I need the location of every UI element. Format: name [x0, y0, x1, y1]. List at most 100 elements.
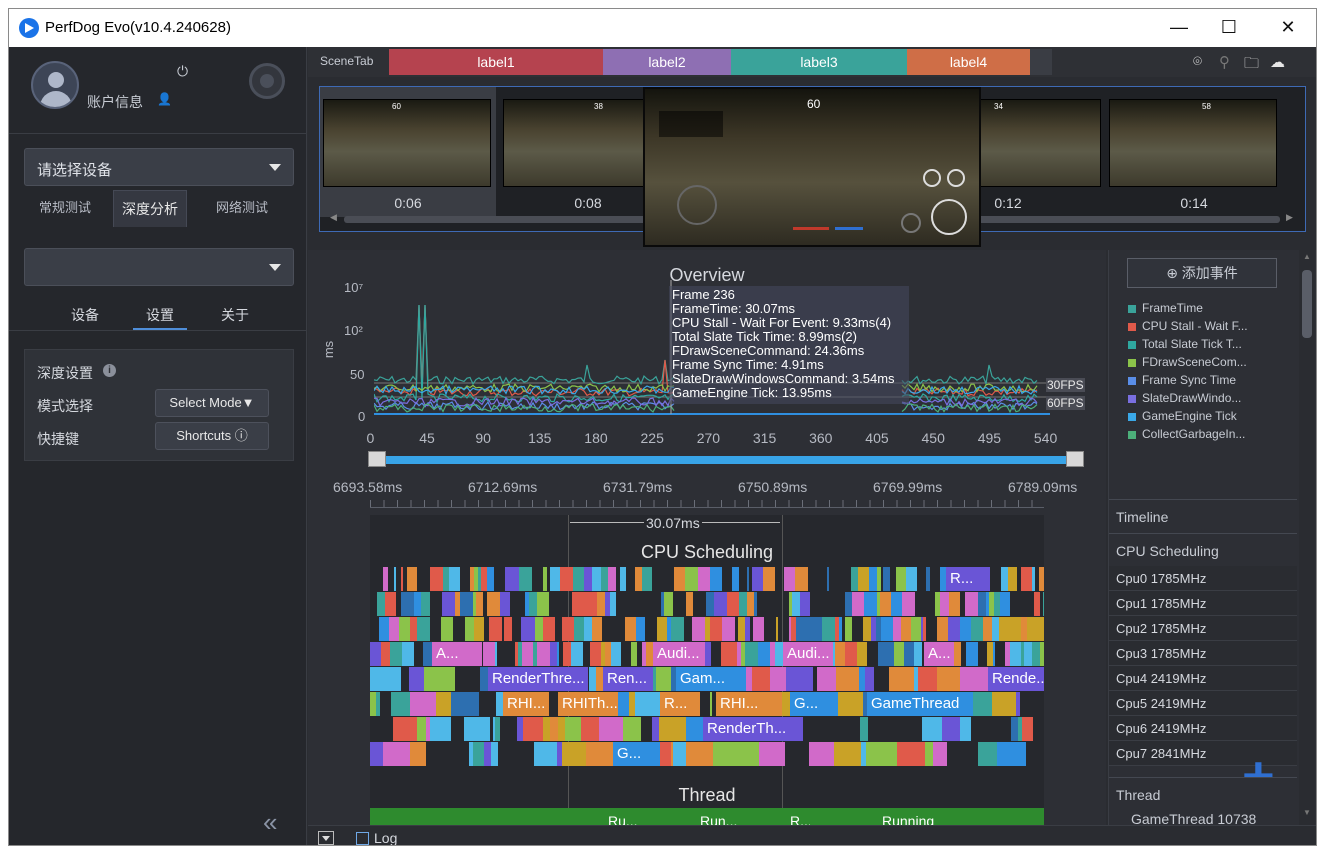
cpu-segment[interactable]: [465, 617, 474, 641]
tab-deep-analysis[interactable]: 深度分析: [113, 190, 187, 227]
cpu-segment[interactable]: [1008, 567, 1017, 591]
cpu-segment[interactable]: [992, 617, 999, 641]
cpu-thread-bar[interactable]: RHI...: [716, 692, 782, 716]
cpu-segment[interactable]: [925, 742, 933, 766]
cpu-segment[interactable]: [997, 742, 1026, 766]
cpu-segment[interactable]: [763, 567, 775, 591]
cpu-segment[interactable]: [1035, 617, 1044, 641]
scene-label-1[interactable]: label1: [389, 49, 603, 75]
cpu-segment[interactable]: [557, 642, 559, 666]
cpu-segment[interactable]: [686, 742, 713, 766]
cpu-segment[interactable]: [537, 592, 549, 616]
cpu-segment[interactable]: [401, 567, 403, 591]
cpu-segment[interactable]: [993, 642, 995, 666]
cpu-segment[interactable]: [473, 742, 484, 766]
cpu-segment[interactable]: [880, 592, 891, 616]
cpu-segment[interactable]: [883, 567, 890, 591]
cpu-segment[interactable]: [730, 642, 737, 666]
cpu-segment[interactable]: [671, 617, 684, 641]
cpu-segment[interactable]: [983, 617, 992, 641]
cpu-segment[interactable]: [800, 592, 810, 616]
cpu-segment[interactable]: [965, 592, 978, 616]
cpu-segment[interactable]: [646, 642, 653, 666]
cpu-segment[interactable]: [738, 742, 759, 766]
cpu-segment[interactable]: [835, 642, 845, 666]
cpu-segment[interactable]: [1001, 567, 1008, 591]
cpu-segment[interactable]: [635, 567, 642, 591]
cpu-thread-bar[interactable]: Audi...: [783, 642, 833, 666]
cpu-scheduling-section[interactable]: CPU Scheduling: [1109, 533, 1297, 568]
cpu-segment[interactable]: [623, 717, 641, 741]
cpu-thread-bar[interactable]: Audi...: [653, 642, 705, 666]
cpu-segment[interactable]: [795, 567, 808, 591]
subtab-settings[interactable]: 设置: [133, 305, 187, 330]
cpu-segment[interactable]: [394, 567, 396, 591]
cpu-segment[interactable]: [809, 742, 834, 766]
cpu-segment[interactable]: [732, 567, 739, 591]
cpu-segment[interactable]: [451, 692, 479, 716]
thumbnail[interactable]: 58 0:14: [1106, 87, 1282, 217]
thread-state-bar[interactable]: Ru...: [608, 813, 638, 825]
cpu-segment[interactable]: [866, 742, 897, 766]
cpu-segment[interactable]: [948, 617, 960, 641]
cpu-segment[interactable]: [698, 567, 710, 591]
cpu-segment[interactable]: [686, 592, 693, 616]
cpu-segment[interactable]: [1009, 617, 1021, 641]
cpu-segment[interactable]: [664, 592, 673, 616]
cpu-segment[interactable]: [960, 717, 971, 741]
cpu-segment[interactable]: [858, 567, 869, 591]
cpu-thread-bar[interactable]: G...: [790, 692, 838, 716]
cpu-segment[interactable]: [845, 617, 852, 641]
cpu-segment[interactable]: [953, 642, 961, 666]
cpu-segment[interactable]: [822, 617, 835, 641]
cpu-segment[interactable]: [389, 617, 399, 641]
cpu-segment[interactable]: [759, 742, 785, 766]
cpu-segment[interactable]: [407, 567, 417, 591]
legend-item[interactable]: Frame Sync Time: [1128, 373, 1236, 387]
cpu-segment[interactable]: [597, 592, 605, 616]
cpu-segment[interactable]: [410, 692, 436, 716]
app-select[interactable]: [24, 248, 294, 286]
cpu-segment[interactable]: [534, 742, 557, 766]
cpu-segment[interactable]: [483, 642, 495, 666]
power-icon[interactable]: ⏻: [177, 63, 188, 80]
cpu-segment[interactable]: [543, 617, 555, 641]
cpu-segment[interactable]: [877, 567, 881, 591]
thread-state-bar[interactable]: R...: [790, 813, 810, 825]
scene-label-4[interactable]: label4: [907, 49, 1030, 75]
cpu-segment[interactable]: [834, 742, 861, 766]
overview-chart[interactable]: Overview ms 10⁷ 10² 50 0 Frame 236 FrameT…: [308, 250, 1106, 825]
cpu-row[interactable]: Cpu4 2419MHz: [1109, 666, 1297, 691]
slider-right-handle[interactable]: [1066, 451, 1084, 467]
cpu-segment[interactable]: [727, 592, 739, 616]
cpu-segment[interactable]: [922, 717, 942, 741]
cpu-segment[interactable]: [441, 617, 453, 641]
cpu-segment[interactable]: [710, 567, 722, 591]
cpu-thread-bar[interactable]: Gam...: [676, 667, 746, 691]
cpu-segment[interactable]: [562, 742, 586, 766]
cpu-segment[interactable]: [758, 642, 770, 666]
cpu-segment[interactable]: [449, 567, 460, 591]
shortcuts-button[interactable]: Shortcuts ⓘ: [155, 422, 269, 450]
legend-item[interactable]: SlateDrawWindo...: [1128, 391, 1241, 405]
cpu-segment[interactable]: [1022, 717, 1033, 741]
cpu-segment[interactable]: [971, 617, 983, 641]
cpu-segment[interactable]: [1034, 592, 1040, 616]
cpu-segment[interactable]: [642, 567, 652, 591]
cpu-segment[interactable]: [852, 592, 864, 616]
cpu-segment[interactable]: [584, 567, 592, 591]
cpu-segment[interactable]: [776, 617, 778, 641]
thread-state-bar[interactable]: Run...: [700, 813, 746, 825]
cpu-segment[interactable]: [926, 567, 930, 591]
cpu-segment[interactable]: [911, 617, 921, 641]
cpu-segment[interactable]: [610, 592, 616, 616]
cpu-thread-bar[interactable]: GameThread: [867, 692, 973, 716]
cpu-segment[interactable]: [706, 592, 714, 616]
cpu-segment[interactable]: [487, 592, 500, 616]
slider-left-handle[interactable]: [368, 451, 386, 467]
legend-item[interactable]: FrameTime: [1128, 301, 1203, 315]
cpu-segment[interactable]: [424, 667, 455, 691]
cpu-segment[interactable]: [402, 642, 414, 666]
cpu-segment[interactable]: [417, 717, 426, 741]
cpu-segment[interactable]: [752, 667, 770, 691]
